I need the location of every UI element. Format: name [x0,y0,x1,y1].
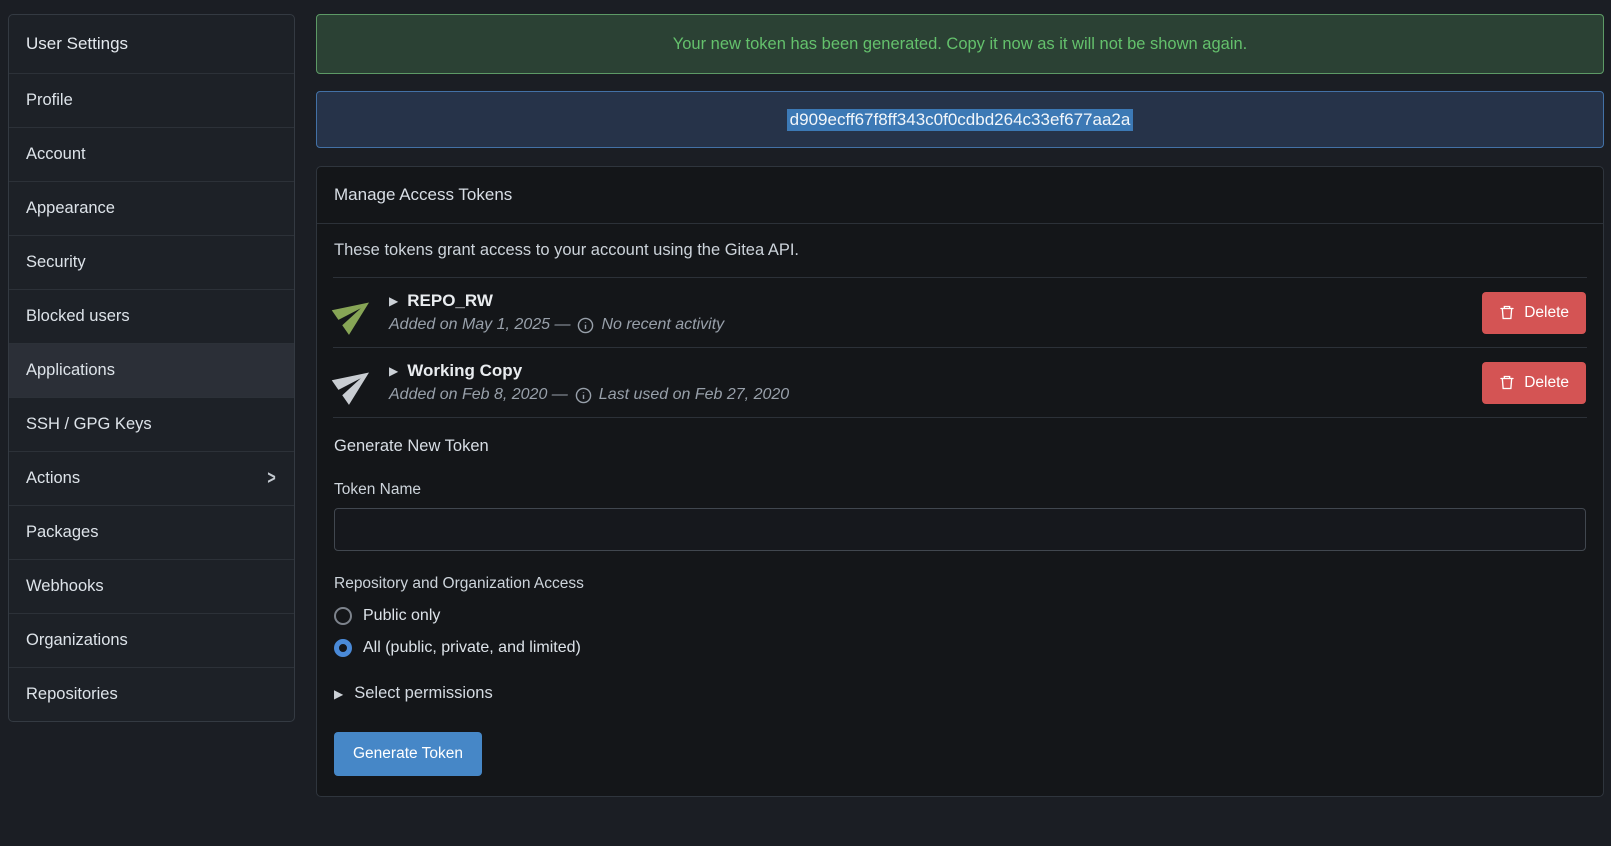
sidebar-item-appearance[interactable]: Appearance [9,181,294,235]
token-row: ▶ Working Copy Added on Feb 8, 2020 — La… [317,348,1603,417]
token-row: ▶ REPO_RW Added on May 1, 2025 — No rece… [317,278,1603,347]
token-name: REPO_RW [407,291,493,311]
trash-icon [1499,304,1515,321]
success-banner-text: Your new token has been generated. Copy … [673,35,1248,54]
token-name: Working Copy [407,361,522,381]
token-activity: Last used on Feb 27, 2020 [599,386,789,404]
sidebar-item-packages[interactable]: Packages [9,505,294,559]
token-activity: No recent activity [601,316,724,334]
radio-checked-icon[interactable] [334,639,352,657]
info-icon [577,317,594,334]
select-permissions-toggle[interactable]: ▶ Select permissions [334,684,1586,703]
sidebar-item-actions[interactable]: Actions > [9,451,294,505]
panel-title: Manage Access Tokens [317,167,1603,224]
success-banner: Your new token has been generated. Copy … [316,14,1604,74]
generate-token-button[interactable]: Generate Token [334,732,482,776]
token-name-input[interactable] [334,508,1586,551]
token-meta: Added on Feb 8, 2020 — Last used on Feb … [389,386,1482,404]
chevron-right-icon: > [267,472,275,486]
generate-token-section: Generate New Token Token Name Repository… [317,437,1603,782]
triangle-right-icon: ▶ [389,364,398,378]
paper-plane-icon [326,355,382,411]
radio-option-all[interactable]: All (public, private, and limited) [334,639,1586,657]
sidebar-item-repositories[interactable]: Repositories [9,667,294,721]
paper-plane-icon [326,285,382,341]
token-meta: Added on May 1, 2025 — No recent activit… [389,316,1482,334]
sidebar-item-account[interactable]: Account [9,127,294,181]
settings-sidebar: User Settings Profile Account Appearance… [8,14,295,722]
triangle-right-icon: ▶ [334,687,343,701]
sidebar-item-applications[interactable]: Applications [9,343,294,397]
token-name-toggle[interactable]: ▶ REPO_RW [389,291,1482,311]
sidebar-title: User Settings [9,15,294,73]
token-added-date: Added on May 1, 2025 — [389,316,570,334]
sidebar-item-webhooks[interactable]: Webhooks [9,559,294,613]
delete-token-button[interactable]: Delete [1482,362,1586,404]
triangle-right-icon: ▶ [389,294,398,308]
token-name-toggle[interactable]: ▶ Working Copy [389,361,1482,381]
radio-option-public-only[interactable]: Public only [334,607,1586,625]
sidebar-item-profile[interactable]: Profile [9,73,294,127]
sidebar-item-ssh-gpg-keys[interactable]: SSH / GPG Keys [9,397,294,451]
token-name-label: Token Name [334,481,1586,499]
trash-icon [1499,374,1515,391]
token-info: ▶ Working Copy Added on Feb 8, 2020 — La… [389,361,1482,404]
sidebar-item-organizations[interactable]: Organizations [9,613,294,667]
radio-unchecked-icon[interactable] [334,607,352,625]
main-content: Your new token has been generated. Copy … [316,14,1604,797]
sidebar-item-blocked-users[interactable]: Blocked users [9,289,294,343]
info-icon [575,387,592,404]
manage-access-tokens-panel: Manage Access Tokens These tokens grant … [316,166,1604,797]
delete-token-button[interactable]: Delete [1482,292,1586,334]
repo-org-access-label: Repository and Organization Access [334,575,1586,593]
token-added-date: Added on Feb 8, 2020 — [389,386,568,404]
token-info: ▶ REPO_RW Added on May 1, 2025 — No rece… [389,291,1482,334]
new-token-value[interactable]: d909ecff67f8ff343c0f0cdbd264c33ef677aa2a [787,109,1134,131]
divider [333,417,1587,418]
sidebar-item-security[interactable]: Security [9,235,294,289]
generate-token-title: Generate New Token [334,437,1586,456]
new-token-display: d909ecff67f8ff343c0f0cdbd264c33ef677aa2a [316,91,1604,148]
panel-description: These tokens grant access to your accoun… [317,224,1603,277]
